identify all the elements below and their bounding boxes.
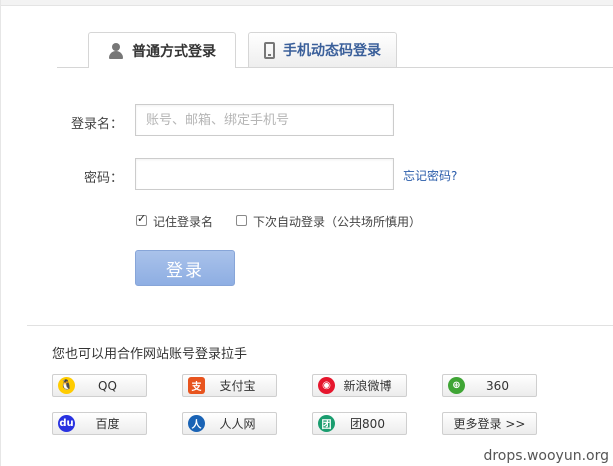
login-button-label: 登录 bbox=[166, 260, 204, 281]
weibo-icon: ◉ bbox=[318, 377, 335, 394]
qq-login-button[interactable]: 🐧 QQ bbox=[52, 374, 147, 397]
password-input[interactable] bbox=[135, 158, 394, 190]
left-border bbox=[0, 0, 1, 466]
weibo-login-button[interactable]: ◉ 新浪微博 bbox=[312, 374, 407, 397]
watermark: drops.wooyun.org bbox=[483, 448, 609, 464]
alipay-icon: 支 bbox=[188, 377, 205, 394]
tuan800-login-button[interactable]: 团 团800 bbox=[312, 412, 407, 435]
more-login-button[interactable]: 更多登录 >> bbox=[442, 412, 537, 435]
qq-icon: 🐧 bbox=[58, 377, 75, 394]
tab-sms-login-label: 手机动态码登录 bbox=[283, 43, 381, 59]
auto-login-label: 下次自动登录（公共场所慎用） bbox=[253, 215, 422, 229]
phone-icon bbox=[264, 41, 275, 59]
tuan800-login-label: 团800 bbox=[350, 417, 385, 431]
baidu-login-button[interactable]: du 百度 bbox=[52, 412, 147, 435]
renren-login-button[interactable]: 人 人人网 bbox=[182, 412, 277, 435]
username-input[interactable] bbox=[135, 104, 394, 136]
tab-normal-login[interactable]: 普通方式登录 bbox=[88, 32, 236, 68]
360-login-label: 360 bbox=[486, 378, 509, 393]
alipay-login-label: 支付宝 bbox=[219, 379, 256, 393]
forgot-password-link[interactable]: 忘记密码? bbox=[403, 167, 457, 184]
baidu-icon: du bbox=[58, 415, 75, 432]
baidu-login-label: 百度 bbox=[95, 417, 120, 431]
remember-username-label: 记住登录名 bbox=[153, 215, 214, 229]
username-label: 登录名： bbox=[70, 117, 123, 132]
weibo-login-label: 新浪微博 bbox=[343, 379, 392, 393]
more-login-label: 更多登录 >> bbox=[453, 417, 526, 431]
360-icon: ⊕ bbox=[448, 377, 465, 394]
partner-login-title: 您也可以用合作网站账号登录拉手 bbox=[52, 347, 248, 362]
tab-sms-login[interactable]: 手机动态码登录 bbox=[248, 32, 397, 67]
auto-login-checkbox[interactable] bbox=[236, 215, 247, 226]
tab-normal-login-label: 普通方式登录 bbox=[132, 43, 216, 60]
top-border bbox=[0, 0, 613, 6]
remember-username-checkbox[interactable] bbox=[136, 212, 147, 226]
partner-divider bbox=[27, 325, 613, 326]
renren-login-label: 人人网 bbox=[219, 417, 256, 431]
password-label: 密码： bbox=[83, 171, 123, 186]
360-login-button[interactable]: ⊕ 360 bbox=[442, 374, 537, 397]
user-icon bbox=[108, 42, 124, 59]
qq-login-label: QQ bbox=[98, 378, 117, 393]
renren-icon: 人 bbox=[188, 415, 205, 432]
alipay-login-button[interactable]: 支 支付宝 bbox=[182, 374, 277, 397]
tuan800-icon: 团 bbox=[318, 415, 335, 432]
login-button[interactable]: 登录 bbox=[135, 250, 235, 286]
